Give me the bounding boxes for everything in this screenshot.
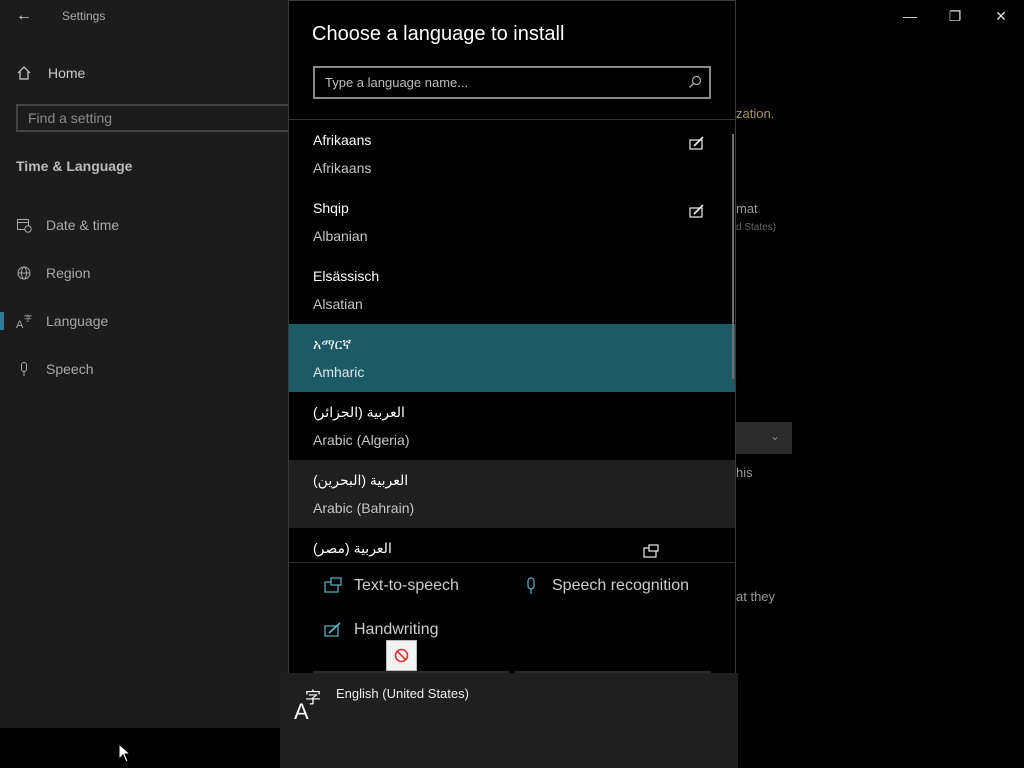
language-item[interactable]: Afrikaans Afrikaans <box>289 120 735 188</box>
nav-date-time[interactable]: Date & time <box>16 214 119 236</box>
minimize-icon[interactable]: — <box>898 6 922 26</box>
legend-text-to-speech: Text-to-speech <box>324 577 459 595</box>
globe-icon <box>17 266 31 280</box>
mouse-pointer-icon <box>118 743 132 763</box>
language-native-name: Elsässisch <box>313 268 380 284</box>
svg-text:字: 字 <box>305 688 321 707</box>
language-english-name: Alsatian <box>313 296 363 312</box>
restore-icon[interactable]: ❐ <box>943 6 967 26</box>
back-arrow-icon[interactable]: ← <box>14 6 34 26</box>
home-icon <box>17 66 31 80</box>
dialog-title: Choose a language to install <box>312 23 565 45</box>
svg-text:字: 字 <box>24 313 32 323</box>
language-item-hover[interactable]: العربية (البحرين) Arabic (Bahrain) <box>289 460 735 528</box>
settings-sidebar: ← Settings Home Time & Language Date & t… <box>0 0 306 728</box>
language-native-name: Afrikaans <box>313 132 372 148</box>
language-icon: A 字 <box>294 688 321 721</box>
nav-date-time-label: Date & time <box>46 217 120 233</box>
nav-home[interactable]: Home <box>16 62 85 84</box>
language-item[interactable]: Elsässisch Alsatian <box>289 256 735 324</box>
text-to-speech-icon <box>324 577 342 593</box>
nav-language-label: Language <box>46 313 109 329</box>
peek-dropdown[interactable]: ⌄ <box>736 422 792 454</box>
language-item[interactable]: العربية (مصر) <box>289 528 735 562</box>
language-english-name: Arabic (Bahrain) <box>313 500 415 516</box>
language-english-name: Afrikaans <box>313 160 372 176</box>
calendar-clock-icon <box>17 219 32 233</box>
legend-speech-label: Speech recognition <box>552 577 689 594</box>
peek-text-1: zation. <box>736 106 775 121</box>
language-native-name: العربية (البحرين) <box>313 472 409 488</box>
section-title: Time & Language <box>16 158 133 174</box>
language-search-input[interactable] <box>315 68 695 97</box>
handwriting-icon <box>689 204 704 218</box>
language-item[interactable]: Shqip Albanian <box>289 188 735 256</box>
close-window-icon[interactable]: ✕ <box>989 6 1013 26</box>
peek-text-3: d States) <box>736 222 777 233</box>
language-english-name: Amharic <box>313 364 365 380</box>
search-icon[interactable] <box>687 74 703 90</box>
chevron-down-icon: ⌄ <box>769 429 780 443</box>
microphone-icon <box>21 362 27 376</box>
nav-region[interactable]: Region <box>16 262 90 284</box>
language-search-box[interactable] <box>313 66 711 99</box>
active-nav-indicator <box>0 312 4 330</box>
nav-speech-label: Speech <box>46 361 94 377</box>
peek-text-4: his <box>736 465 753 480</box>
window-title: Settings <box>62 9 106 23</box>
language-english-name: Albanian <box>313 228 368 244</box>
legend-handwriting: Handwriting <box>324 621 438 639</box>
microphone-icon <box>527 577 535 594</box>
home-label: Home <box>48 65 86 81</box>
list-scrollbar[interactable] <box>732 134 734 379</box>
legend-tts-label: Text-to-speech <box>354 577 459 594</box>
choose-language-dialog: Choose a language to install Afrikaans A… <box>288 0 736 681</box>
svg-text:A: A <box>16 319 24 329</box>
find-setting-box[interactable] <box>16 104 306 132</box>
language-english-name: Arabic (Algeria) <box>313 432 410 448</box>
find-setting-input[interactable] <box>18 106 288 130</box>
nav-speech[interactable]: Speech <box>16 358 93 380</box>
nav-region-label: Region <box>46 265 91 281</box>
legend-speech-recognition: Speech recognition <box>522 577 689 595</box>
language-item[interactable]: العربية (الجزائر) Arabic (Algeria) <box>289 392 735 460</box>
legend-handwriting-label: Handwriting <box>354 621 439 638</box>
no-drop-icon <box>386 640 417 671</box>
text-to-speech-icon <box>643 544 659 558</box>
nav-language[interactable]: A 字 Language <box>16 310 108 332</box>
language-item-selected[interactable]: አማርኛ Amharic <box>289 324 735 392</box>
peek-text-2: mat <box>736 201 758 216</box>
language-native-name: العربية (الجزائر) <box>313 404 405 420</box>
handwriting-icon <box>324 622 341 637</box>
language-native-name: Shqip <box>313 200 349 216</box>
peek-text-5: at they <box>736 589 776 604</box>
language-list: Afrikaans Afrikaans Shqip Albanian Elsäs… <box>289 120 735 562</box>
handwriting-icon <box>689 136 704 150</box>
legend-divider <box>289 562 735 563</box>
language-native-name: العربية (مصر) <box>313 540 392 556</box>
language-icon: A 字 <box>16 313 32 329</box>
language-native-name: አማርኛ <box>313 336 352 352</box>
drag-language-label: English (United States) <box>336 686 469 701</box>
drag-preview-panel: A 字 English (United States) <box>280 673 738 768</box>
